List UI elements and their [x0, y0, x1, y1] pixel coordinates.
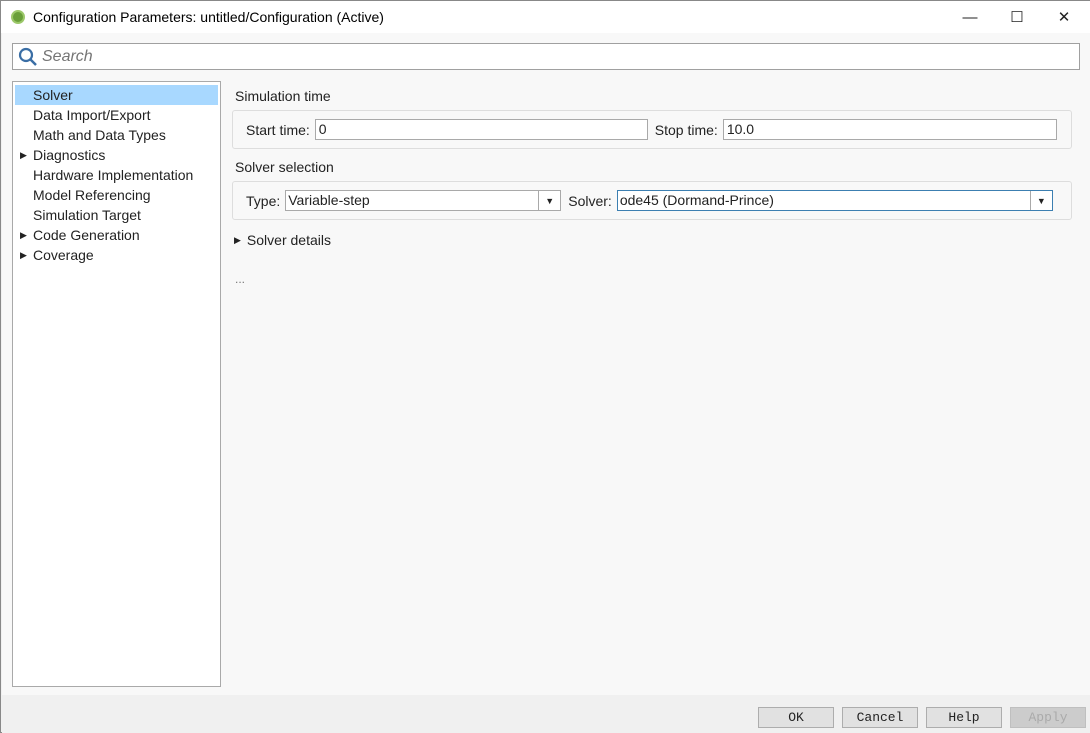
apply-button[interactable]: Apply [1010, 707, 1086, 728]
start-time-input[interactable]: 0 [314, 119, 648, 140]
ok-button[interactable]: OK [758, 707, 834, 728]
search-box[interactable] [12, 43, 1080, 70]
cancel-button[interactable]: Cancel [842, 707, 918, 728]
tree-item-label: Coverage [33, 247, 94, 263]
tree-item-label: Simulation Target [33, 207, 141, 223]
maximize-button[interactable]: ☐ [994, 1, 1040, 33]
minimize-button[interactable]: — [947, 1, 993, 33]
stop-time-label: Stop time: [654, 121, 718, 138]
tree-item[interactable]: Model Referencing [15, 185, 218, 205]
search-icon [18, 47, 37, 66]
tree-item[interactable]: ▶ Coverage [15, 245, 218, 265]
close-button[interactable]: ✕ [1041, 1, 1087, 33]
tree-item-label: Diagnostics [33, 147, 106, 163]
tree-item-label: Data Import/Export [33, 107, 151, 123]
tree-item-label: Model Referencing [33, 187, 151, 203]
title-bar: Configuration Parameters: untitled/Confi… [1, 1, 1090, 33]
tree-item[interactable]: ▶ Code Generation [15, 225, 218, 245]
type-dropdown[interactable]: Variable-step ▼ [285, 190, 562, 211]
tree-item[interactable]: Solver [15, 85, 218, 105]
simulation-time-heading: Simulation time [235, 88, 331, 104]
solver-dropdown[interactable]: ode45 (Dormand-Prince) ▼ [616, 190, 1053, 211]
expand-arrow-icon: ▶ [234, 234, 241, 245]
tree-item-label: Math and Data Types [33, 127, 166, 143]
tree-item-label: Solver [33, 87, 73, 103]
expand-arrow-icon[interactable]: ▶ [20, 145, 27, 165]
start-time-label: Start time: [246, 121, 310, 138]
chevron-down-icon[interactable]: ▼ [1029, 191, 1052, 210]
type-value: Variable-step [288, 192, 370, 208]
solver-value: ode45 (Dormand-Prince) [619, 192, 774, 208]
tree-item[interactable]: Data Import/Export [15, 105, 218, 125]
solver-details-label: Solver details [246, 232, 331, 248]
tree-item-label: Code Generation [33, 227, 140, 243]
expand-arrow-icon[interactable]: ▶ [20, 225, 27, 245]
tree-item[interactable]: Math and Data Types [15, 125, 218, 145]
window-title: Configuration Parameters: untitled/Confi… [33, 9, 384, 25]
type-label: Type: [246, 192, 281, 209]
solver-selection-heading: Solver selection [235, 159, 334, 175]
solver-details-toggle[interactable]: ▶ Solver details [234, 232, 1072, 248]
chevron-down-icon[interactable]: ▼ [538, 191, 560, 210]
tree-item[interactable]: Simulation Target [15, 205, 218, 225]
solver-label: Solver: [568, 192, 612, 209]
expand-arrow-icon[interactable]: ▶ [20, 245, 27, 265]
help-button[interactable]: Help [926, 707, 1002, 728]
button-bar: OK Cancel Help Apply [2, 695, 1090, 733]
tree-item[interactable]: Hardware Implementation [15, 165, 218, 185]
simulation-time-group: Start time: 0 Stop time: 10.0 [232, 110, 1072, 149]
stop-time-input[interactable]: 10.0 [722, 119, 1057, 140]
solver-selection-group: Type: Variable-step ▼ Solver: ode45 (Dor… [232, 181, 1072, 220]
tree-item[interactable]: ▶ Diagnostics [15, 145, 218, 165]
tree-item-label: Hardware Implementation [33, 167, 194, 183]
category-tree: Solver Data Import/Export Math and Data Ty… [12, 81, 221, 687]
app-icon [11, 10, 25, 24]
search-input[interactable] [42, 47, 1079, 66]
more-ellipsis: ... [235, 272, 246, 286]
